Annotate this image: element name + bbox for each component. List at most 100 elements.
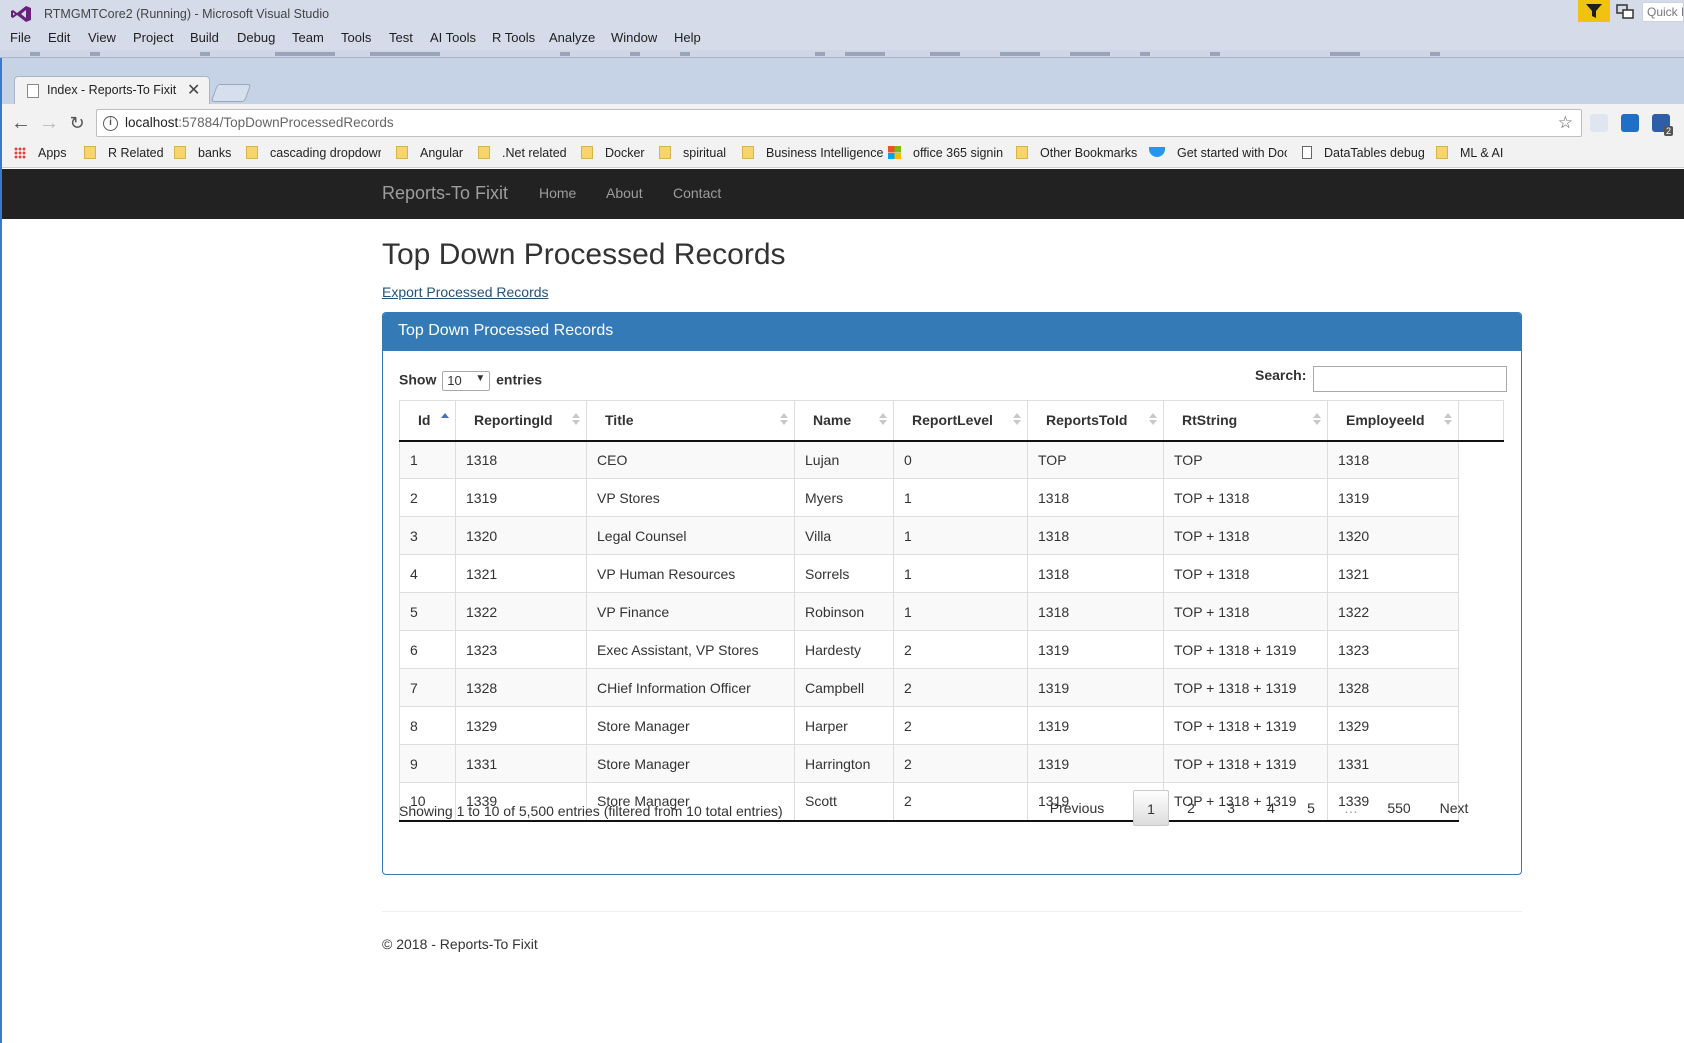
table-cell: TOP + 1318 + 1319 bbox=[1163, 668, 1328, 707]
menu-r-tools[interactable]: R Tools bbox=[492, 30, 535, 45]
table-cell: TOP bbox=[1163, 440, 1328, 479]
bookmark-label: Business Intelligence bbox=[766, 146, 884, 160]
page-length-select[interactable]: 10 ▼ bbox=[442, 371, 491, 391]
sort-icon bbox=[572, 413, 580, 429]
menu-edit[interactable]: Edit bbox=[48, 30, 70, 45]
reload-icon[interactable]: ↻ bbox=[66, 112, 88, 134]
pagination-previous[interactable]: Previous bbox=[1041, 790, 1113, 826]
site-navbar: Reports-To Fixit Home About Contact bbox=[2, 169, 1684, 219]
extension-icon[interactable]: 2 bbox=[1652, 114, 1673, 136]
extension-icon[interactable] bbox=[1621, 114, 1639, 132]
export-processed-records-link[interactable]: Export Processed Records bbox=[382, 284, 549, 300]
table-cell: 1323 bbox=[1327, 630, 1459, 669]
bookmark-folder[interactable]: Angular bbox=[396, 146, 463, 160]
table-cell: 8 bbox=[399, 706, 456, 745]
sort-ascending-icon bbox=[441, 413, 449, 429]
url-host: localhost bbox=[125, 115, 179, 130]
bookmark-folder[interactable]: spiritual bbox=[659, 146, 726, 160]
nav-contact[interactable]: Contact bbox=[673, 185, 721, 201]
menu-project[interactable]: Project bbox=[133, 30, 173, 45]
table-row[interactable]: 9 1331 Store Manager Harrington 2 1319 TOP + 1… bbox=[399, 744, 1504, 783]
tab-close-icon[interactable]: ✕ bbox=[187, 80, 200, 100]
column-label: ReportLevel bbox=[912, 412, 993, 429]
table-cell: Store Manager bbox=[586, 706, 795, 745]
bookmark-folder[interactable]: cascading dropdowr bbox=[246, 146, 381, 160]
table-row[interactable]: 2 1319 VP Stores Myers 1 1318 TOP + 1318 1319 bbox=[399, 478, 1504, 517]
column-header-reportingid[interactable]: ReportingId bbox=[455, 400, 587, 442]
menu-build[interactable]: Build bbox=[190, 30, 219, 45]
bookmark-star-icon[interactable]: ☆ bbox=[1558, 113, 1573, 133]
column-header-id[interactable]: Id bbox=[399, 400, 456, 442]
bookmark-folder[interactable]: R Related bbox=[84, 146, 164, 160]
bookmark-page[interactable]: DataTables debug bbox=[1302, 146, 1425, 160]
column-header-rtstring[interactable]: RtString bbox=[1163, 400, 1328, 442]
menu-team[interactable]: Team bbox=[292, 30, 324, 45]
bookmark-label: cascading dropdowr bbox=[270, 146, 381, 160]
column-header-title[interactable]: Title bbox=[586, 400, 795, 442]
column-label: EmployeeId bbox=[1346, 412, 1425, 429]
table-row[interactable]: 6 1323 Exec Assistant, VP Stores Hardesty 2 1… bbox=[399, 630, 1504, 669]
menu-view[interactable]: View bbox=[88, 30, 116, 45]
pagination-page-3[interactable]: 3 bbox=[1213, 790, 1249, 826]
bookmark-folder[interactable]: Other Bookmarks bbox=[1016, 146, 1137, 160]
table-cell: 1318 bbox=[455, 440, 587, 479]
nav-about[interactable]: About bbox=[606, 185, 643, 201]
back-arrow-icon[interactable]: ← bbox=[10, 112, 32, 134]
table-row[interactable]: 8 1329 Store Manager Harper 2 1319 TOP + 1318 … bbox=[399, 706, 1504, 745]
bookmark-docker[interactable]: Get started with Doc bbox=[1149, 146, 1287, 160]
menu-window[interactable]: Window bbox=[611, 30, 657, 45]
search-input[interactable] bbox=[1313, 366, 1507, 392]
table-row[interactable]: 3 1320 Legal Counsel Villa 1 1318 TOP + 1318 13… bbox=[399, 516, 1504, 555]
notification-filter-button[interactable] bbox=[1578, 0, 1610, 22]
new-tab-button[interactable] bbox=[210, 84, 252, 102]
pagination-page-5[interactable]: 5 bbox=[1293, 790, 1329, 826]
bookmark-folder[interactable]: banks bbox=[174, 146, 231, 160]
pagination-page-1[interactable]: 1 bbox=[1133, 790, 1169, 826]
table-row[interactable]: 7 1328 CHief Information Officer Campbell 2 1… bbox=[399, 668, 1504, 707]
table-row[interactable]: 5 1322 VP Finance Robinson 1 1318 TOP + 1318 13… bbox=[399, 592, 1504, 631]
bookmark-office365[interactable]: office 365 signin bbox=[888, 146, 1003, 160]
forward-arrow-icon[interactable]: → bbox=[38, 112, 60, 134]
table-cell: 2 bbox=[399, 478, 456, 517]
page-viewport: Reports-To Fixit Home About Contact Top … bbox=[2, 169, 1684, 1043]
vs-toolbar bbox=[0, 50, 1684, 58]
menu-analyze[interactable]: Analyze bbox=[549, 30, 595, 45]
menu-file[interactable]: File bbox=[10, 30, 31, 45]
menu-tools[interactable]: Tools bbox=[341, 30, 371, 45]
feedback-icon[interactable] bbox=[1616, 4, 1634, 20]
page-icon bbox=[1302, 146, 1312, 159]
menu-ai-tools[interactable]: AI Tools bbox=[430, 30, 476, 45]
bookmark-label: Other Bookmarks bbox=[1040, 146, 1138, 160]
menu-debug[interactable]: Debug bbox=[237, 30, 275, 45]
column-header-employeeid[interactable]: EmployeeId bbox=[1327, 400, 1459, 442]
pagination-page-2[interactable]: 2 bbox=[1173, 790, 1209, 826]
extension-icon[interactable] bbox=[1590, 114, 1608, 132]
bookmark-apps[interactable]: Apps bbox=[14, 146, 67, 160]
bookmark-folder[interactable]: Docker bbox=[581, 146, 645, 160]
menu-help[interactable]: Help bbox=[674, 30, 701, 45]
site-info-icon[interactable]: i bbox=[103, 116, 118, 131]
pagination-next[interactable]: Next bbox=[1429, 790, 1479, 826]
table-cell: 1329 bbox=[455, 706, 587, 745]
column-header-name[interactable]: Name bbox=[794, 400, 894, 442]
table-cell: 2 bbox=[893, 744, 1028, 783]
site-brand[interactable]: Reports-To Fixit bbox=[382, 183, 508, 204]
pagination-page-550[interactable]: 550 bbox=[1373, 790, 1425, 826]
table-cell: 1318 bbox=[1027, 516, 1164, 555]
menu-test[interactable]: Test bbox=[389, 30, 413, 45]
table-row[interactable]: 1 1318 CEO Lujan 0 TOP TOP 1318 bbox=[399, 440, 1504, 479]
column-header-reportlevel[interactable]: ReportLevel bbox=[893, 400, 1028, 442]
table-cell: TOP + 1318 + 1319 bbox=[1163, 630, 1328, 669]
column-header-reportstoid[interactable]: ReportsToId bbox=[1027, 400, 1164, 442]
quick-launch-input[interactable]: Quick L bbox=[1642, 2, 1684, 22]
table-row[interactable]: 4 1321 VP Human Resources Sorrels 1 1318 TOP +… bbox=[399, 554, 1504, 593]
tab-strip: Index - Reports-To Fixit ✕ bbox=[2, 58, 1684, 104]
browser-tab-active[interactable]: Index - Reports-To Fixit ✕ bbox=[14, 76, 210, 104]
bookmark-folder[interactable]: ML & AI bbox=[1436, 146, 1503, 160]
address-bar[interactable]: i localhost:57884/TopDownProcessedRecord… bbox=[96, 109, 1582, 137]
bookmark-folder[interactable]: Business Intelligence bbox=[742, 146, 883, 160]
bookmark-folder[interactable]: .Net related bbox=[478, 146, 567, 160]
nav-home[interactable]: Home bbox=[539, 185, 576, 201]
sort-icon bbox=[1313, 413, 1321, 429]
pagination-page-4[interactable]: 4 bbox=[1253, 790, 1289, 826]
